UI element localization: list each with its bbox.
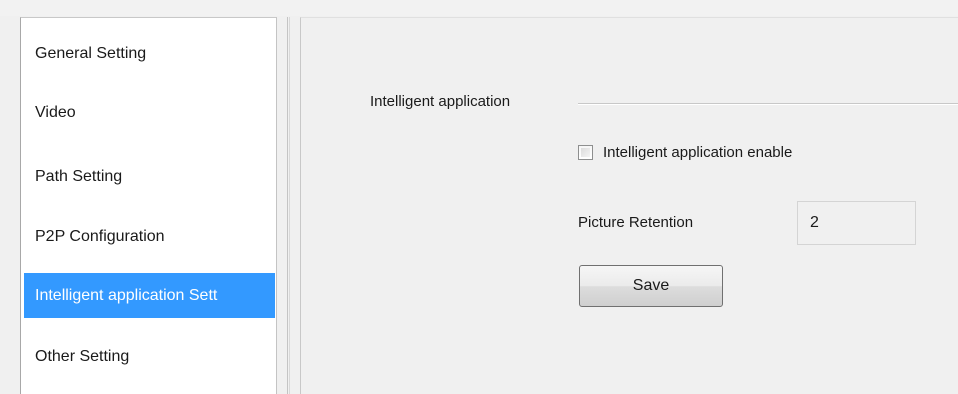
sidebar-item-path-setting[interactable]: Path Setting <box>24 154 275 199</box>
sidebar-item-p2p-configuration[interactable]: P2P Configuration <box>24 214 275 259</box>
settings-window: General Setting Video Path Setting P2P C… <box>0 0 958 394</box>
title-strip <box>0 0 958 16</box>
intelligent-application-enable-checkbox[interactable] <box>578 145 593 160</box>
sidebar-item-video[interactable]: Video <box>24 90 275 135</box>
group-divider <box>578 103 958 105</box>
splitter-line <box>289 17 290 394</box>
settings-sidebar: General Setting Video Path Setting P2P C… <box>20 17 277 394</box>
sidebar-item-intelligent-application[interactable]: Intelligent application Sett <box>24 273 275 318</box>
picture-retention-input[interactable] <box>797 201 916 245</box>
group-title: Intelligent application <box>370 93 517 110</box>
splitter-line <box>287 17 288 394</box>
splitter[interactable] <box>277 17 287 394</box>
checkbox-label: Intelligent application enable <box>603 144 793 161</box>
picture-retention-label: Picture Retention <box>578 214 694 231</box>
save-button[interactable]: Save <box>579 265 723 307</box>
sidebar-item-other-setting[interactable]: Other Setting <box>24 334 275 379</box>
sidebar-item-general-setting[interactable]: General Setting <box>24 31 275 76</box>
